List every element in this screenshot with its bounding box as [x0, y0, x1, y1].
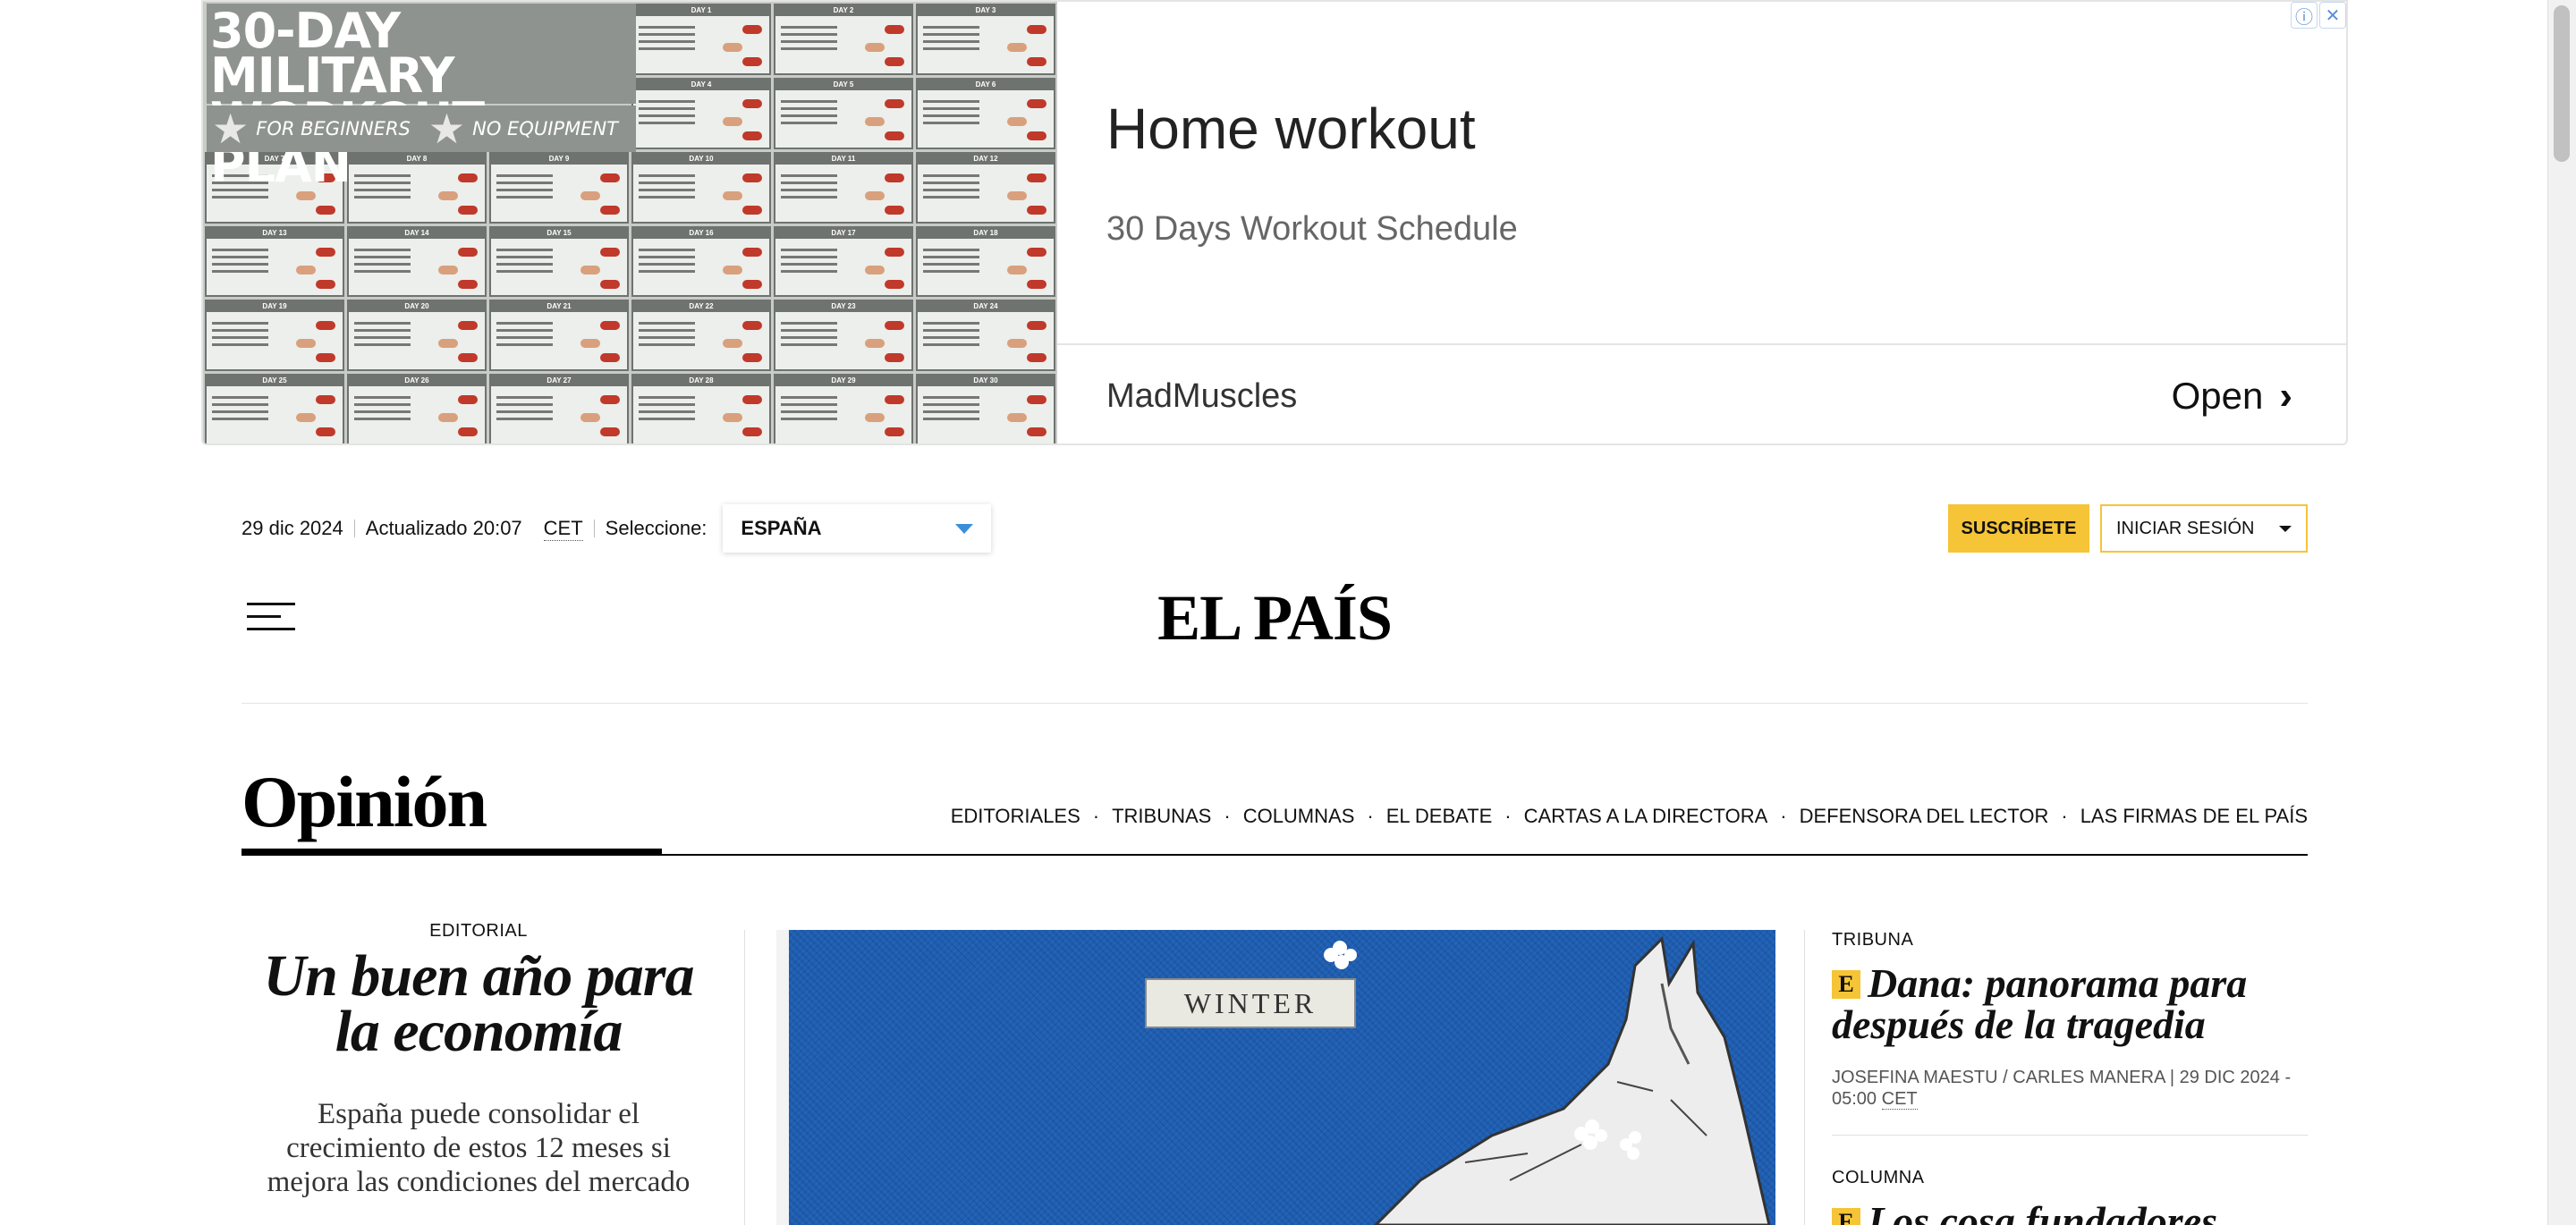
- column-divider: [744, 930, 745, 1225]
- header-updated: Actualizado 20:07: [365, 517, 522, 539]
- section-title[interactable]: Opinión: [242, 760, 487, 844]
- ad-banner[interactable]: DAY 1 DAY 2 DAY 3 DAY 4 DAY 5 DAY 6 DAY …: [201, 0, 2348, 445]
- opinion-headline-text[interactable]: Dana: panorama para después de la traged…: [1832, 960, 2247, 1047]
- wolf-illustration: [1324, 935, 1771, 1225]
- divider: [593, 520, 595, 537]
- opinion-headline[interactable]: E Dana: panorama para después de la trage…: [1832, 963, 2308, 1045]
- opinion-headline[interactable]: E Los cosa fundadores: [1832, 1201, 2308, 1225]
- caret-down-icon: [955, 523, 974, 534]
- opinion-byline: JOSEFINA MAESTU / CARLES MANERA | 29 DIC…: [1832, 1067, 2308, 1110]
- ad-subheadline: 30 Days Workout Schedule: [1106, 210, 1518, 248]
- vertical-scrollbar[interactable]: [2547, 0, 2576, 1225]
- header-divider: [242, 703, 2308, 704]
- edition-select-label: Seleccione:: [605, 517, 708, 539]
- premium-badge-icon: E: [1832, 1208, 1860, 1225]
- site-logo[interactable]: EL PAÍS: [1154, 581, 1395, 654]
- opinion-byline-tz: CET: [1881, 1089, 1918, 1110]
- login-button[interactable]: INICIAR SESIÓN: [2100, 504, 2308, 553]
- premium-badge-icon: E: [1832, 970, 1860, 999]
- opinion-sidebar: TRIBUNA E Dana: panorama para después de …: [1832, 930, 2308, 1225]
- star-icon: ★: [428, 105, 466, 153]
- edition-select-value: ESPAÑA: [741, 517, 822, 539]
- star-icon: ★: [212, 105, 250, 153]
- opinion-item: TRIBUNA E Dana: panorama para después de …: [1832, 930, 2308, 1110]
- opinion-headline-text[interactable]: Los cosa fundadores: [1868, 1198, 2217, 1225]
- ad-footer[interactable]: MadMuscles Open ›: [1057, 347, 2346, 444]
- section-nav-cartas[interactable]: CARTAS A LA DIRECTORA: [1524, 805, 1768, 828]
- ad-open-button[interactable]: Open ›: [2172, 374, 2292, 418]
- chevron-right-icon: ›: [2279, 374, 2292, 418]
- section-nav-columnas[interactable]: COLUMNAS: [1243, 805, 1355, 828]
- section-nav-el-debate[interactable]: EL DEBATE: [1386, 805, 1493, 828]
- header-date: 29 dic 2024: [242, 517, 343, 539]
- ad-badge-no-equipment: NO EQUIPMENT: [472, 118, 618, 139]
- ad-image-badges: ★ FOR BEGINNERS ★ NO EQUIPMENT: [207, 106, 636, 152]
- section-nav-editoriales[interactable]: EDITORIALES: [951, 805, 1080, 828]
- editorial-article: EDITORIAL Un buen año para la economía E…: [242, 921, 716, 1199]
- editorial-summary: España puede consolidar el crecimiento d…: [267, 1098, 691, 1198]
- login-label: INICIAR SESIÓN: [2116, 518, 2255, 538]
- subscribe-button[interactable]: SUSCRÍBETE: [1948, 504, 2089, 553]
- opinion-item: COLUMNA E Los cosa fundadores: [1832, 1168, 2308, 1225]
- section-nav-firmas[interactable]: LAS FIRMAS DE EL PAÍS: [2080, 805, 2308, 828]
- edition-select[interactable]: ESPAÑA: [723, 504, 991, 553]
- ad-headline[interactable]: Home workout: [1106, 96, 1476, 162]
- main-illustration[interactable]: WINTER: [776, 930, 1775, 1225]
- section-nav: EDITORIALES · TRIBUNAS · COLUMNAS · EL D…: [950, 805, 2308, 828]
- header-timezone: CET: [543, 516, 583, 541]
- section-nav-defensora[interactable]: DEFENSORA DEL LECTOR: [1800, 805, 2049, 828]
- ad-image[interactable]: DAY 1 DAY 2 DAY 3 DAY 4 DAY 5 DAY 6 DAY …: [203, 2, 1057, 444]
- caret-down-icon: [2279, 525, 2292, 532]
- column-divider: [1804, 930, 1805, 1225]
- menu-icon[interactable]: [247, 603, 295, 631]
- info-icon[interactable]: ⓘ: [2291, 2, 2318, 29]
- divider: [353, 520, 355, 537]
- ad-image-title: 30-DAY MILITARY WORKOUT PLAN: [207, 4, 636, 190]
- ad-open-label: Open: [2171, 375, 2264, 417]
- scrollbar-thumb[interactable]: [2554, 5, 2570, 162]
- section-nav-tribunas[interactable]: TRIBUNAS: [1112, 805, 1211, 828]
- opinion-divider: [1832, 1135, 2308, 1136]
- close-icon[interactable]: ✕: [2319, 2, 2346, 29]
- ad-info[interactable]: Home workout 30 Days Workout Schedule: [1057, 2, 2346, 345]
- opinion-kicker[interactable]: TRIBUNA: [1832, 930, 2308, 950]
- header-topbar: 29 dic 2024 Actualizado 20:07 CET Selecc…: [242, 503, 2174, 554]
- section-title-underline: [242, 849, 662, 856]
- ad-choices[interactable]: ⓘ ✕: [2291, 2, 2346, 29]
- editorial-kicker[interactable]: EDITORIAL: [242, 921, 716, 942]
- ad-badge-beginners: FOR BEGINNERS: [256, 118, 411, 139]
- editorial-headline[interactable]: Un buen año para la economía: [242, 947, 716, 1061]
- opinion-kicker[interactable]: COLUMNA: [1832, 1168, 2308, 1188]
- ad-advertiser[interactable]: MadMuscles: [1106, 377, 1297, 416]
